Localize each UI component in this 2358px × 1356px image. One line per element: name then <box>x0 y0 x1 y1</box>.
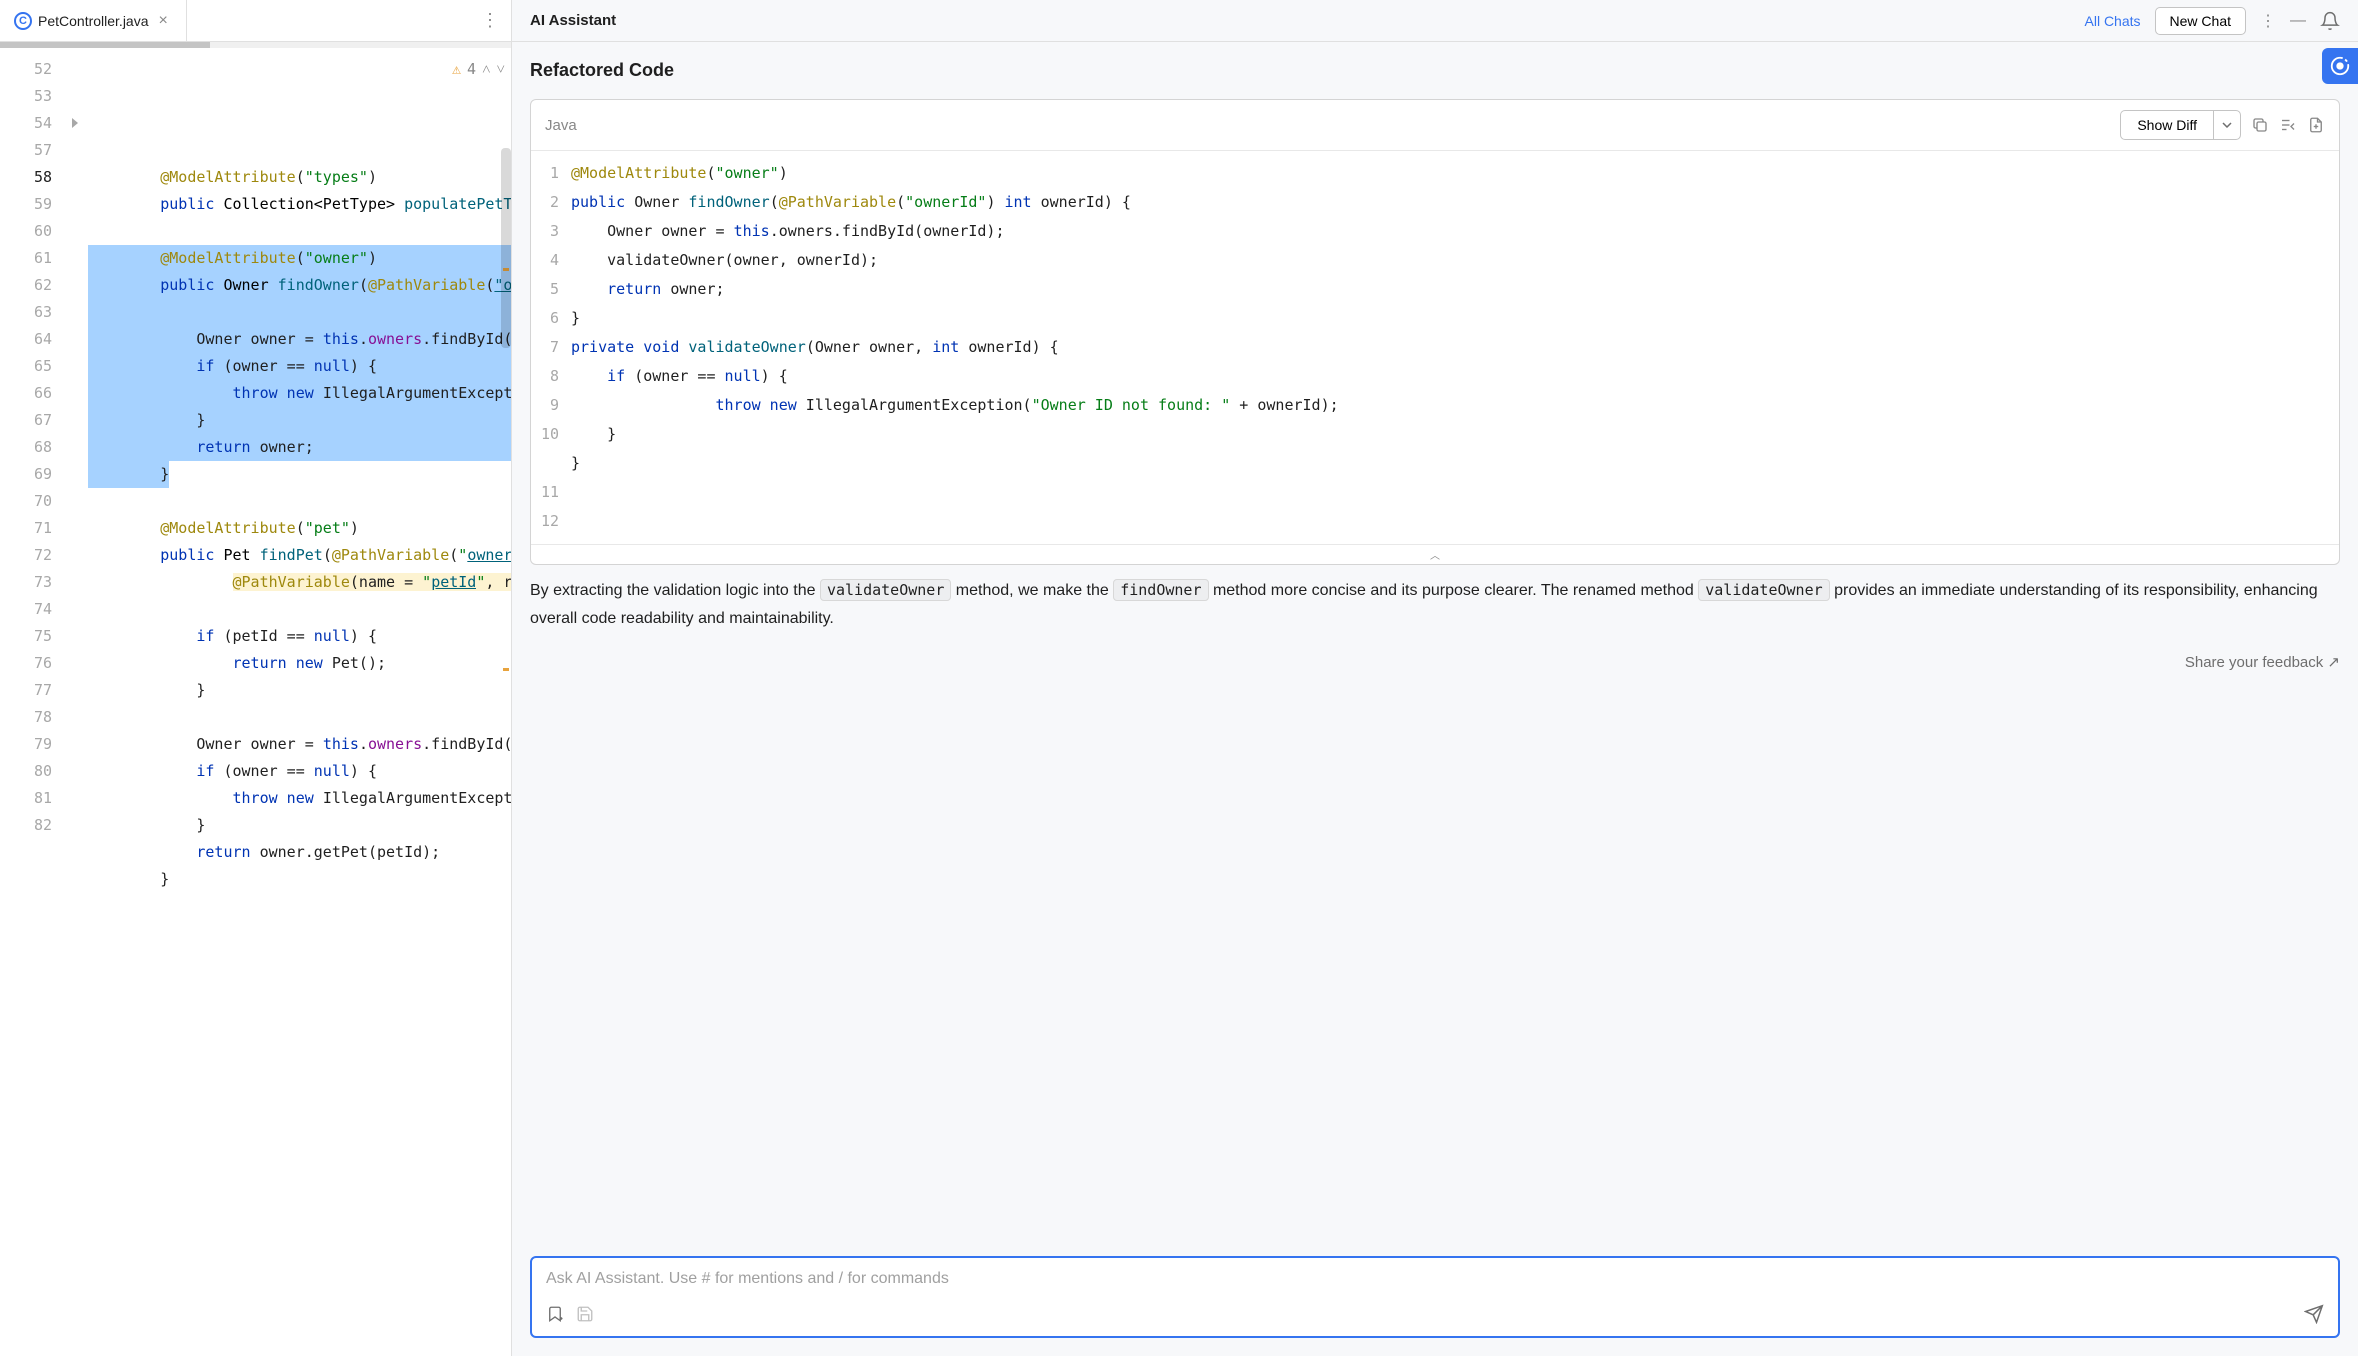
all-chats-link[interactable]: All Chats <box>2085 13 2141 29</box>
editor-panel: C PetController.java × ⋮ 525354575859606… <box>0 0 512 1356</box>
ai-input-area <box>530 1256 2340 1338</box>
inline-code: validateOwner <box>1698 579 1829 601</box>
code-block: Java Show Diff <box>530 99 2340 565</box>
new-chat-button[interactable]: New Chat <box>2155 7 2246 35</box>
ai-assistant-panel: AI Assistant All Chats New Chat ⋮ — Refa… <box>512 0 2358 1356</box>
more-icon[interactable]: ⋮ <box>2260 11 2276 31</box>
ai-panel-title: AI Assistant <box>530 12 616 29</box>
code-block-content[interactable]: @ModelAttribute("owner")public Owner fin… <box>567 151 2339 544</box>
editor-body: 5253545758596061626364656667686970717273… <box>0 48 511 1356</box>
tab-filename: PetController.java <box>38 13 149 29</box>
ai-floating-button[interactable] <box>2322 48 2358 84</box>
language-label: Java <box>545 117 577 134</box>
insert-snippet-icon[interactable] <box>2279 116 2297 134</box>
warning-icon: ⚠ <box>452 56 461 83</box>
code-editor[interactable]: ⚠ 4 ˄ ˅ @ModelAttribute("types") public … <box>88 48 511 1356</box>
tab-bar: C PetController.java × ⋮ <box>0 0 511 42</box>
warning-count: 4 <box>467 56 476 83</box>
ai-content: Refactored Code Java Show Diff <box>512 42 2358 1256</box>
close-icon[interactable]: × <box>155 12 172 30</box>
save-icon[interactable] <box>576 1305 594 1323</box>
scrollbar-marker <box>503 668 509 671</box>
code-block-header: Java Show Diff <box>531 100 2339 151</box>
ai-header: AI Assistant All Chats New Chat ⋮ — <box>512 0 2358 42</box>
prev-highlight-icon[interactable]: ˄ <box>482 56 490 83</box>
explanation-text: By extracting the validation logic into … <box>530 577 2340 633</box>
send-icon[interactable] <box>2304 1304 2324 1324</box>
create-file-icon[interactable] <box>2307 116 2325 134</box>
bell-icon[interactable] <box>2320 11 2340 31</box>
show-diff-dropdown[interactable] <box>2213 110 2241 140</box>
minimize-icon[interactable]: — <box>2290 12 2306 30</box>
inspection-summary[interactable]: ⚠ 4 ˄ ˅ <box>452 56 505 83</box>
more-icon[interactable]: ⋮ <box>469 10 511 31</box>
bookmark-icon[interactable] <box>546 1305 564 1323</box>
ai-prompt-input[interactable] <box>546 1270 2324 1288</box>
response-heading: Refactored Code <box>530 60 2340 81</box>
file-tab[interactable]: C PetController.java × <box>0 0 187 41</box>
feedback-link[interactable]: Share your feedback ↗ <box>530 653 2340 671</box>
inline-code: validateOwner <box>820 579 951 601</box>
code-block-gutter: 123456789101112 <box>531 151 567 544</box>
line-gutter: 5253545758596061626364656667686970717273… <box>0 48 88 1356</box>
vertical-scrollbar[interactable] <box>501 48 511 1356</box>
java-class-icon: C <box>14 12 32 30</box>
expand-code-icon[interactable]: ︿ <box>531 544 2339 564</box>
copy-icon[interactable] <box>2251 116 2269 134</box>
inline-code: findOwner <box>1113 579 1208 601</box>
show-diff-button[interactable]: Show Diff <box>2120 110 2213 140</box>
scrollbar-thumb[interactable] <box>501 148 511 348</box>
